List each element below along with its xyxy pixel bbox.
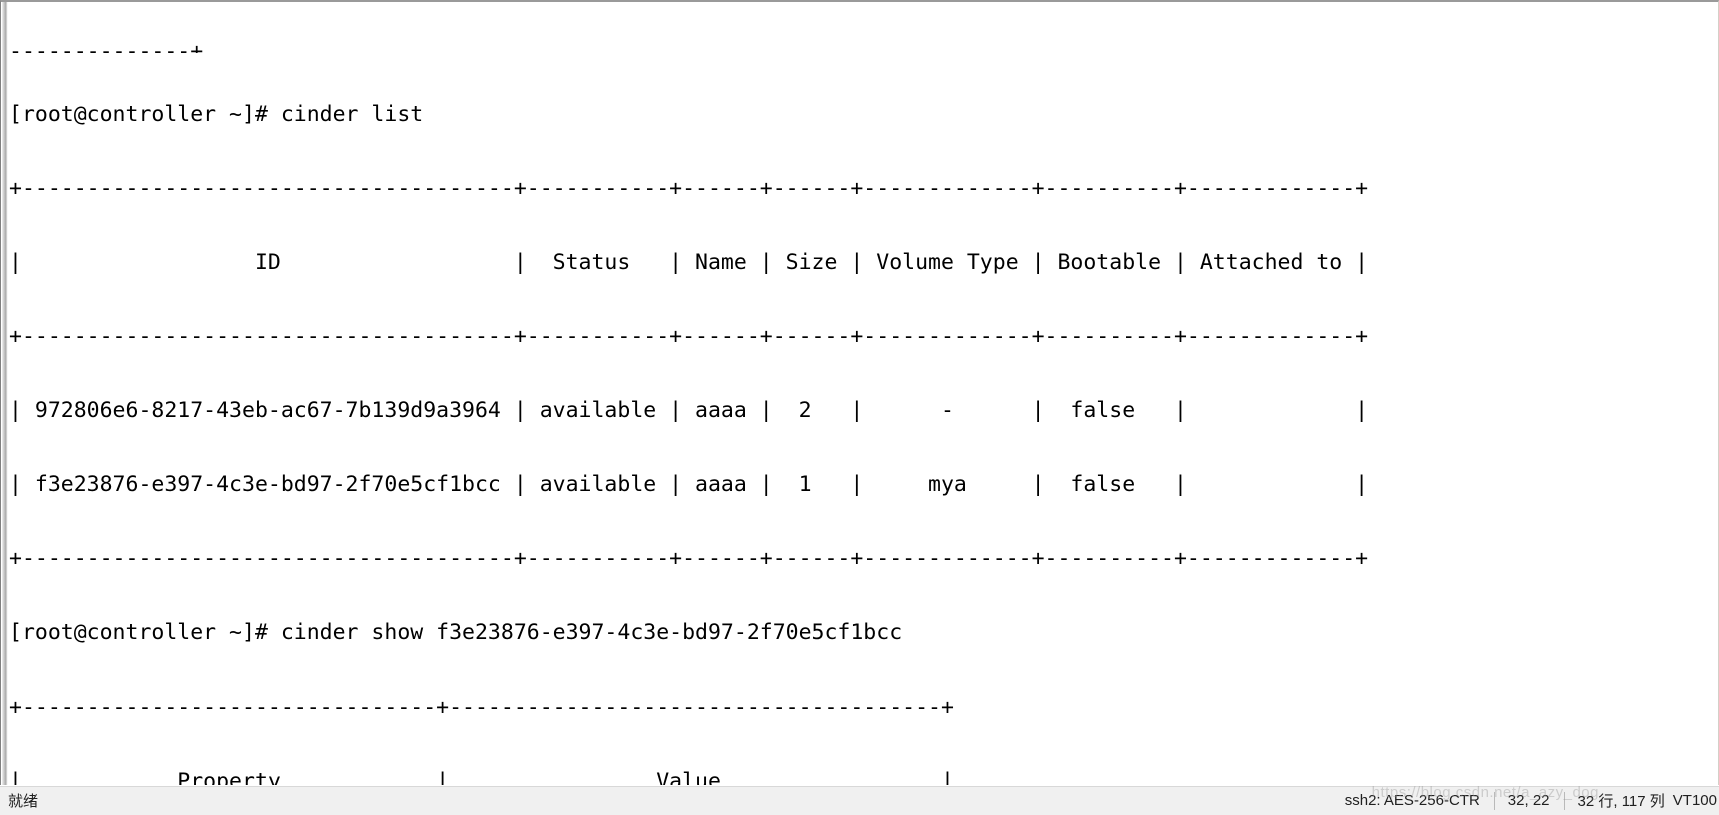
terminal-line: +--------------------------------------+…	[9, 175, 1369, 201]
terminal-line: --------------+	[9, 40, 204, 54]
terminal-line: +--------------------------------------+…	[9, 324, 1369, 350]
terminal-line-property-header: | Property | Value |	[9, 768, 954, 785]
status-cursor-position: 32, 22	[1493, 790, 1564, 812]
terminal-line-command-cinder-show: [root@controller ~]# cinder show f3e2387…	[9, 620, 903, 646]
terminal-line: +--------------------------------------+…	[9, 546, 1369, 572]
terminal-pane[interactable]: --------------+ [root@controller ~]# cin…	[0, 0, 1719, 785]
status-bar: 就绪 ssh2: AES-256-CTR 32, 22 32 行, 117 列 …	[0, 784, 1719, 815]
table-row: | 972806e6-8217-43eb-ac67-7b139d9a3964 |…	[9, 398, 1369, 424]
status-ready-label: 就绪	[8, 793, 39, 810]
status-encryption: ssh2: AES-256-CTR	[1344, 792, 1480, 809]
status-emulation-label: VT100	[1672, 792, 1717, 809]
status-screen-size-label: 32 行, 117 列	[1577, 793, 1665, 810]
terminal-scrollbar[interactable]	[1, 2, 8, 785]
terminal-line-table-header: | ID | Status | Name | Size | Volume Typ…	[9, 250, 1369, 275]
terminal-screen[interactable]: --------------+ [root@controller ~]# cin…	[9, 2, 1718, 785]
terminal-line: +--------------------------------+------…	[9, 694, 954, 720]
status-screen-size: 32 行, 117 列 VT100	[1563, 790, 1719, 812]
table-row: | f3e23876-e397-4c3e-bd97-2f70e5cf1bcc |…	[9, 472, 1369, 498]
terminal-line-command-cinder-list: [root@controller ~]# cinder list	[9, 101, 424, 127]
securecrt-window: --------------+ [root@controller ~]# cin…	[0, 0, 1719, 815]
